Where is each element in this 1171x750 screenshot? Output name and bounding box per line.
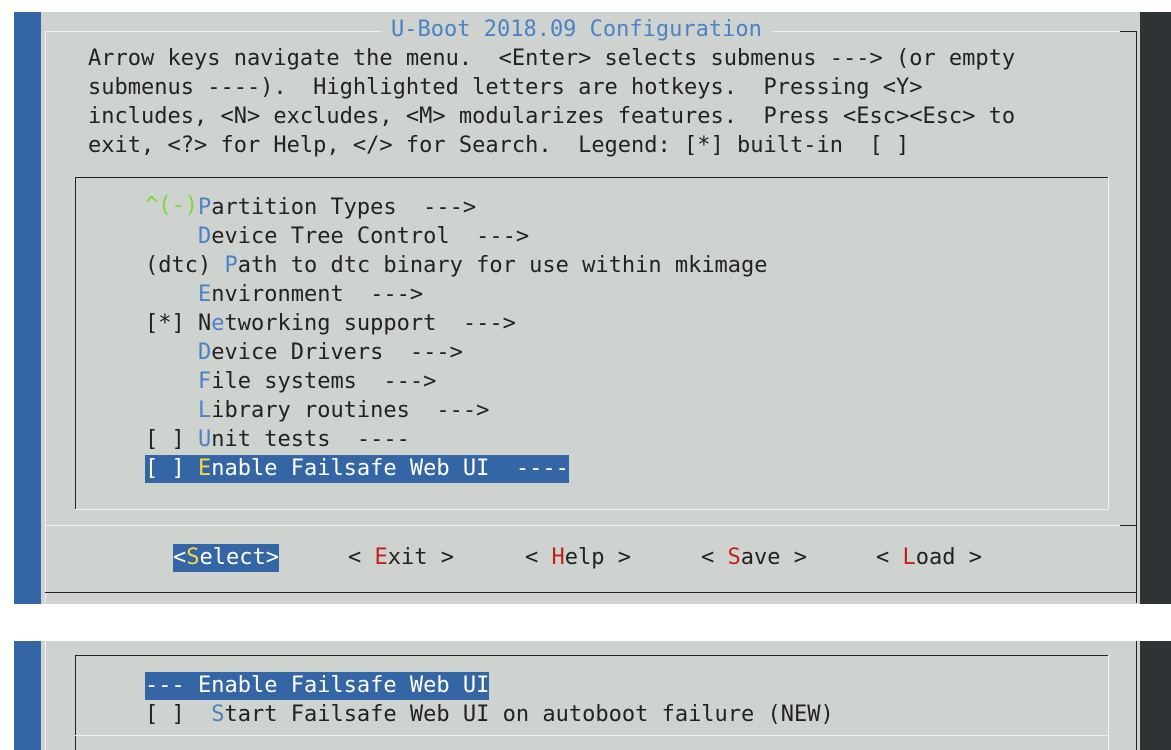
help-text-line: Arrow keys navigate the menu. <Enter> se… [88, 46, 1016, 71]
menu-item-unit-tests[interactable]: [ ] Unit tests ---- [145, 426, 410, 454]
dialog-frame-bottom [45, 592, 1137, 593]
help-text-line: submenus ----). Highlighted letters are … [88, 75, 923, 100]
button-separator-corner [1120, 525, 1137, 526]
dialog-frame-left [45, 641, 46, 750]
button-text: elect> [199, 545, 279, 570]
button-text: < [701, 545, 728, 570]
button-text: xit > [387, 545, 454, 570]
menu-item-hotkey: e [211, 311, 225, 336]
menu-item-prefix: (dtc) [145, 253, 225, 278]
menu-item-hotkey: E [197, 456, 212, 481]
menu-item-prefix: [ ] [145, 702, 212, 727]
button-hotkey: H [551, 545, 565, 570]
exit-button[interactable]: < Exit > [348, 544, 454, 572]
submenu-list-frame-right [1108, 655, 1109, 750]
button-text: elp > [564, 545, 631, 570]
menu-list-frame-top [75, 177, 1108, 178]
menu-item-hotkey: D [197, 340, 212, 365]
dialog-title: U-Boot 2018.09 Configuration [381, 16, 772, 44]
menu-item-label: nable Failsafe Web UI ---- [211, 456, 569, 481]
save-button[interactable]: < Save > [701, 544, 807, 572]
menu-item-device-drivers[interactable]: Device Drivers ---> [145, 339, 463, 367]
menu-item-hotkey: S [211, 702, 225, 727]
menu-item-prefix [145, 195, 198, 220]
right-shadow-bar [1140, 12, 1171, 604]
submenu-item-enable-failsafe-web-ui[interactable]: --- Enable Failsafe Web UI [145, 672, 490, 700]
button-text: < [348, 545, 375, 570]
help-button[interactable]: < Help > [525, 544, 631, 572]
button-hotkey: L [902, 545, 916, 570]
menu-item-hotkey: D [197, 224, 212, 249]
button-text: < [876, 545, 903, 570]
menu-item-label: artition Types ---> [211, 195, 477, 220]
menu-item-library-routines[interactable]: Library routines ---> [145, 397, 489, 425]
button-hotkey: S [727, 545, 741, 570]
menu-item-device-tree-control[interactable]: Device Tree Control ---> [145, 223, 529, 251]
menu-item-label: ath to dtc binary for use within mkimage [237, 253, 768, 278]
menu-list-frame-bottom [75, 509, 1108, 510]
menu-item-enable-failsafe-web-ui[interactable]: [ ] Enable Failsafe Web UI ---- [145, 455, 569, 483]
menu-list-frame-right [1108, 177, 1109, 509]
menu-item-label: tworking support ---> [224, 311, 516, 336]
menu-item-file-systems[interactable]: File systems ---> [145, 368, 436, 396]
select-button[interactable]: <Select> [173, 544, 279, 572]
menu-item-prefix [145, 282, 198, 307]
button-text: < [525, 545, 552, 570]
menu-item-prefix [145, 398, 198, 423]
submenu-list-frame-bottom [75, 735, 1108, 736]
menu-item-hotkey: U [197, 427, 212, 452]
menu-item-hotkey: P [197, 195, 212, 220]
menu-item-prefix: [ ] [145, 456, 198, 481]
menu-item-label: ibrary routines ---> [211, 398, 490, 423]
menu-item-label: tart Failsafe Web UI on autoboot failure… [224, 702, 834, 727]
button-text: < [173, 545, 187, 570]
help-text-line: exit, <?> for Help, </> for Search. Lege… [88, 133, 910, 158]
menu-item-label: ile systems ---> [211, 369, 437, 394]
menu-item-prefix [145, 369, 198, 394]
submenu-list-frame-top [75, 655, 1108, 656]
menu-item-label: evice Drivers ---> [211, 340, 463, 365]
dialog-frame-right [1136, 641, 1137, 750]
menu-item-label: evice Tree Control ---> [211, 224, 530, 249]
button-hotkey: E [374, 545, 388, 570]
left-background-bar [14, 12, 41, 604]
menu-item-partition-types[interactable]: Partition Types ---> [145, 194, 476, 222]
submenu-item-start-failsafe-on-autoboot-failure[interactable]: [ ] Start Failsafe Web UI on autoboot fa… [145, 701, 834, 729]
menu-item-networking-support[interactable]: [*] Networking support ---> [145, 310, 516, 338]
menu-item-label: nvironment ---> [211, 282, 424, 307]
menu-item-label: nit tests ---- [211, 427, 410, 452]
menu-item-hotkey: E [197, 282, 212, 307]
menu-item-hotkey: L [197, 398, 212, 423]
button-hotkey: S [186, 545, 200, 570]
menuconfig-main-window: U-Boot 2018.09 Configuration Arrow keys … [14, 12, 1171, 604]
menu-item-hotkey: F [197, 369, 212, 394]
help-text-line: includes, <N> excludes, <M> modularizes … [88, 104, 1016, 129]
button-text: ave > [740, 545, 807, 570]
failsafe-submenu-window: --- Enable Failsafe Web UI [ ] Start Fai… [14, 641, 1171, 750]
button-text: oad > [915, 545, 982, 570]
dialog-frame-top-corner [1120, 31, 1137, 32]
menu-item-prefix: [ ] [145, 427, 198, 452]
menu-item-environment[interactable]: Environment ---> [145, 281, 423, 309]
dialog-frame-right [1136, 31, 1137, 603]
menu-item-prefix [145, 340, 198, 365]
menu-item-hotkey: P [224, 253, 238, 278]
menu-item-prefix: [*] N [145, 311, 212, 336]
menu-list-frame-left [75, 177, 76, 509]
menu-item-prefix [145, 224, 198, 249]
button-separator-light [45, 525, 1125, 526]
right-shadow-bar [1140, 641, 1171, 750]
left-background-bar [14, 641, 41, 750]
menu-item-dtc-path[interactable]: (dtc) Path to dtc binary for use within … [145, 252, 768, 280]
load-button[interactable]: < Load > [876, 544, 982, 572]
menu-item-label: --- Enable Failsafe Web UI [145, 673, 490, 698]
dialog-frame-left [45, 31, 46, 603]
